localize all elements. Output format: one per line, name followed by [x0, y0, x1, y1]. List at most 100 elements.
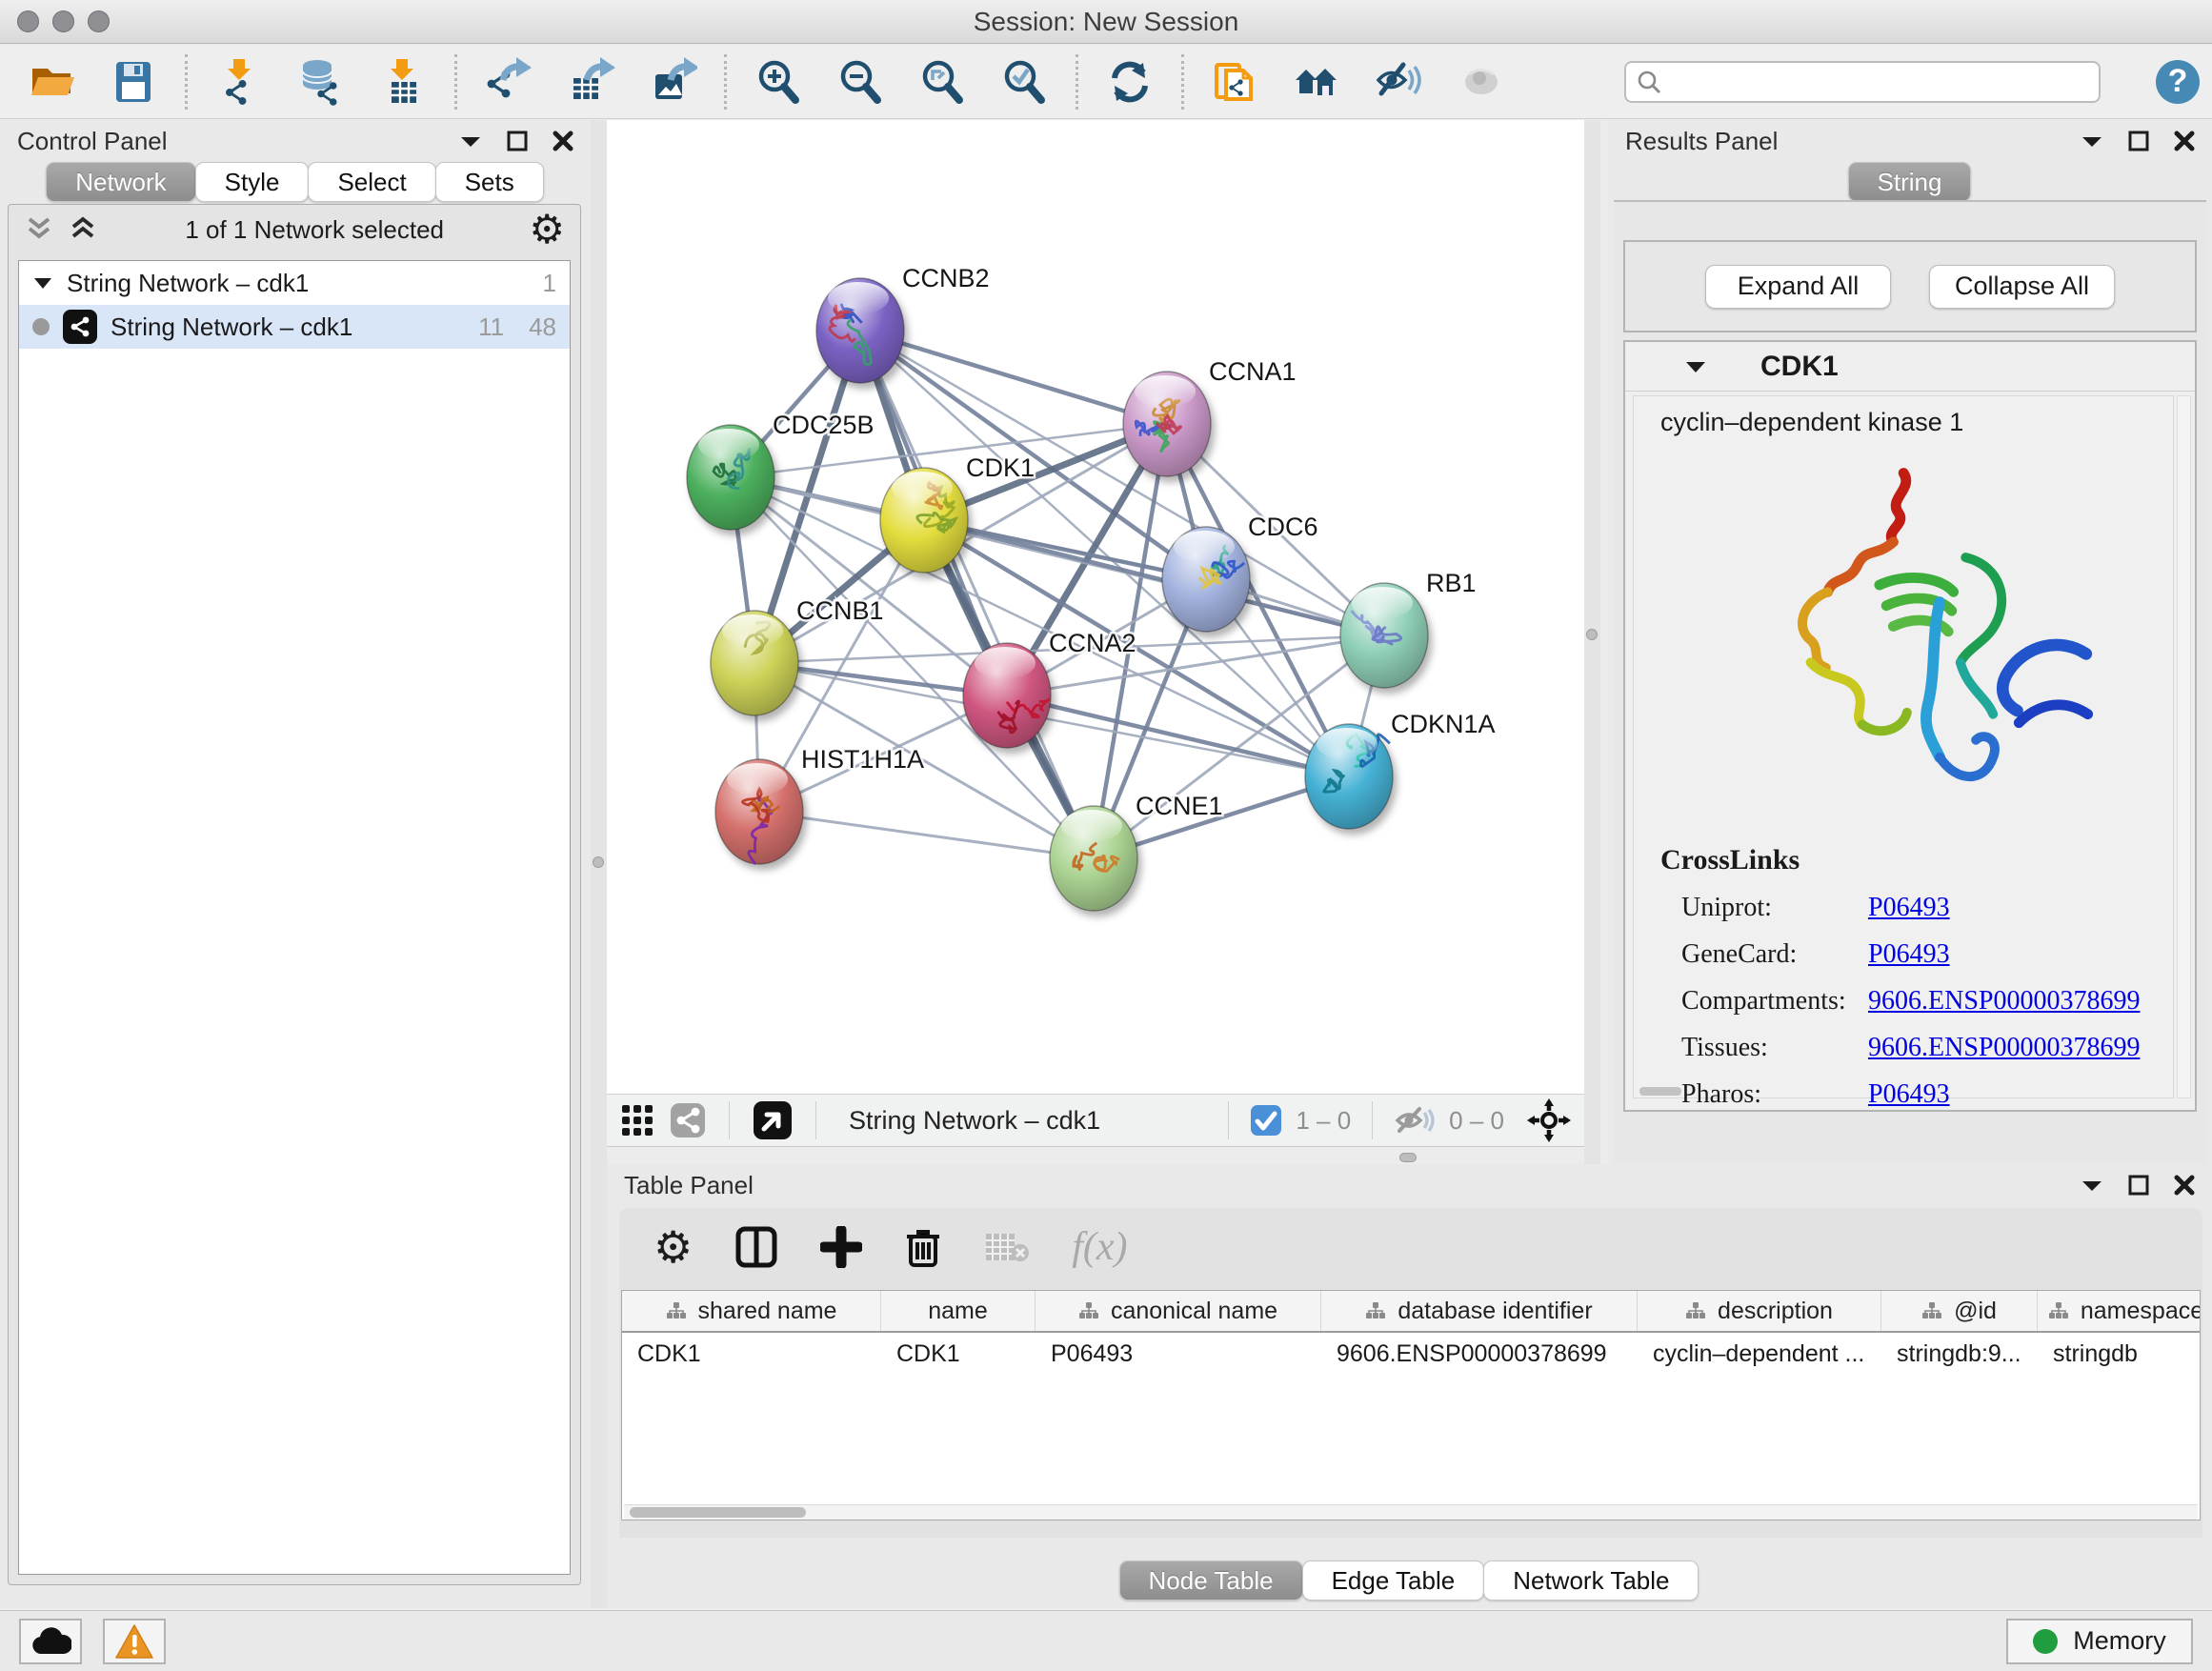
panel-float-icon[interactable]: [507, 131, 528, 151]
folder-open-icon[interactable]: [25, 55, 78, 109]
node-CCNB1[interactable]: CCNB1: [711, 596, 884, 715]
node-label-HIST1H1A: HIST1H1A: [801, 745, 924, 774]
crosslink-link[interactable]: 9606.ENSP00000378699: [1868, 1033, 2140, 1063]
table-cell[interactable]: 9606.ENSP00000378699: [1321, 1333, 1638, 1375]
column-header-canonical-name[interactable]: canonical name: [1036, 1291, 1321, 1331]
section-collapse-icon[interactable]: [1684, 359, 1707, 374]
eye-slash-icon[interactable]: [1373, 55, 1426, 109]
table-cell[interactable]: CDK1: [881, 1333, 1036, 1375]
chevron-double-up-icon[interactable]: [68, 215, 100, 244]
tab-node-table[interactable]: Node Table: [1119, 1560, 1303, 1601]
node-HIST1H1A[interactable]: HIST1H1A: [715, 745, 924, 864]
node-CCNB2[interactable]: CCNB2: [816, 264, 990, 383]
node-CDKN1A[interactable]: CDKN1A: [1305, 710, 1496, 829]
table-cell[interactable]: P06493: [1036, 1333, 1321, 1375]
column-header-id[interactable]: @id: [1881, 1291, 2038, 1331]
crosshair-icon[interactable]: [1527, 1098, 1571, 1142]
table-hscroll-track[interactable]: [624, 1504, 2198, 1520]
table-cell[interactable]: stringdb:9...: [1881, 1333, 2038, 1375]
table-cell[interactable]: CDK1: [622, 1333, 881, 1375]
cloud-button[interactable]: [19, 1619, 82, 1664]
collection-expand-icon[interactable]: [32, 275, 53, 291]
export-image-icon[interactable]: [646, 55, 699, 109]
panel-float-icon[interactable]: [2128, 131, 2149, 151]
left-split-handle[interactable]: [593, 856, 604, 868]
tab-network[interactable]: Network: [46, 162, 195, 202]
table-cell[interactable]: cyclin–dependent ...: [1638, 1333, 1881, 1375]
chevron-double-down-icon[interactable]: [24, 215, 56, 244]
trash-icon[interactable]: [904, 1225, 942, 1269]
crosslink-link[interactable]: P06493: [1868, 939, 1950, 970]
split-columns-icon[interactable]: [734, 1225, 778, 1269]
right-split-handle[interactable]: [1586, 629, 1598, 640]
selected-checkbox-icon[interactable]: [1250, 1104, 1282, 1137]
floppy-save-icon[interactable]: [107, 55, 160, 109]
node-CCNE1[interactable]: CCNE1: [1050, 792, 1223, 911]
documents-share-icon[interactable]: [1209, 55, 1262, 109]
tab-style[interactable]: Style: [195, 162, 310, 202]
crosslink-link[interactable]: 9606.ENSP00000378699: [1868, 986, 2140, 1017]
node-RB1[interactable]: RB1: [1340, 569, 1477, 688]
expand-all-button[interactable]: Expand All: [1705, 265, 1891, 309]
edge-CCNB2-CCNA1[interactable]: [860, 331, 1167, 424]
bottom-split-handle[interactable]: [1399, 1153, 1417, 1162]
search-input[interactable]: [1662, 69, 2072, 95]
edge-CCNB2-CCNE1[interactable]: [860, 331, 1094, 858]
tab-sets[interactable]: Sets: [435, 162, 544, 202]
table-cell[interactable]: stringdb: [2038, 1333, 2201, 1375]
network-row[interactable]: String Network – cdk1 11 48: [19, 305, 570, 349]
column-header-namespace[interactable]: namespace: [2038, 1291, 2201, 1331]
help-button[interactable]: ?: [2156, 60, 2200, 104]
import-network-icon[interactable]: [212, 55, 266, 109]
refresh-icon[interactable]: [1103, 55, 1156, 109]
zoom-out-icon[interactable]: [834, 55, 887, 109]
zoom-selected-icon[interactable]: [997, 55, 1051, 109]
right-split-divider[interactable]: [1584, 120, 1600, 1164]
birdseye-icon[interactable]: [753, 1100, 793, 1140]
selected-counts: 1 – 0: [1296, 1106, 1351, 1136]
import-database-icon[interactable]: [294, 55, 348, 109]
add-column-icon[interactable]: [820, 1226, 862, 1268]
node-label-CDC6: CDC6: [1248, 513, 1318, 541]
zoom-in-icon[interactable]: [752, 55, 805, 109]
crosslink-link[interactable]: P06493: [1868, 893, 1950, 923]
zoom-fit-icon[interactable]: [915, 55, 969, 109]
tab-select[interactable]: Select: [308, 162, 435, 202]
crosslink-link[interactable]: P06493: [1868, 1079, 1950, 1110]
memory-button[interactable]: Memory: [2006, 1619, 2193, 1664]
import-table-icon[interactable]: [376, 55, 430, 109]
collapse-all-button[interactable]: Collapse All: [1929, 265, 2115, 309]
panel-close-icon[interactable]: [553, 131, 573, 151]
share-gray-icon[interactable]: [670, 1102, 706, 1138]
panel-close-icon[interactable]: [2174, 1175, 2195, 1196]
network-collection-row[interactable]: String Network – cdk1 1: [19, 261, 570, 305]
node-CCNA1[interactable]: CCNA1: [1123, 357, 1297, 476]
tab-string[interactable]: String: [1848, 162, 1972, 202]
edge-HIST1H1A-CCNE1[interactable]: [759, 812, 1094, 858]
column-header-description[interactable]: description: [1638, 1291, 1881, 1331]
panel-menu-icon[interactable]: [459, 133, 482, 149]
table-hscroll-thumb[interactable]: [630, 1507, 806, 1518]
table-row[interactable]: CDK1CDK1P064939606.ENSP00000378699cyclin…: [622, 1333, 2200, 1375]
results-hscroll-thumb[interactable]: [1639, 1087, 1681, 1096]
column-header-name[interactable]: name: [881, 1291, 1036, 1331]
panel-float-icon[interactable]: [2128, 1175, 2149, 1196]
results-vscroll-track[interactable]: [2177, 395, 2191, 1098]
grid-icon[interactable]: [620, 1103, 654, 1137]
panel-menu-icon[interactable]: [2081, 1178, 2103, 1193]
column-header-database-identifier[interactable]: database identifier: [1321, 1291, 1638, 1331]
panel-close-icon[interactable]: [2174, 131, 2195, 151]
search-box[interactable]: [1624, 61, 2101, 103]
double-house-icon[interactable]: [1291, 55, 1344, 109]
export-table-icon[interactable]: [564, 55, 617, 109]
hidden-eye-slash-icon[interactable]: [1394, 1104, 1436, 1137]
tab-edge-table[interactable]: Edge Table: [1302, 1560, 1485, 1601]
export-network-icon[interactable]: [482, 55, 535, 109]
warning-button[interactable]: [103, 1619, 166, 1664]
column-header-shared-name[interactable]: shared name: [622, 1291, 881, 1331]
table-gear-icon[interactable]: ⚙: [654, 1225, 693, 1269]
panel-menu-icon[interactable]: [2081, 133, 2103, 149]
network-canvas[interactable]: CCNB2CCNA1CDC25BCDK1CDC6RB1CCNB1CCNA2CDK…: [607, 120, 1584, 1094]
gear-icon[interactable]: ⚙: [529, 210, 565, 250]
tab-network-table[interactable]: Network Table: [1483, 1560, 1699, 1601]
